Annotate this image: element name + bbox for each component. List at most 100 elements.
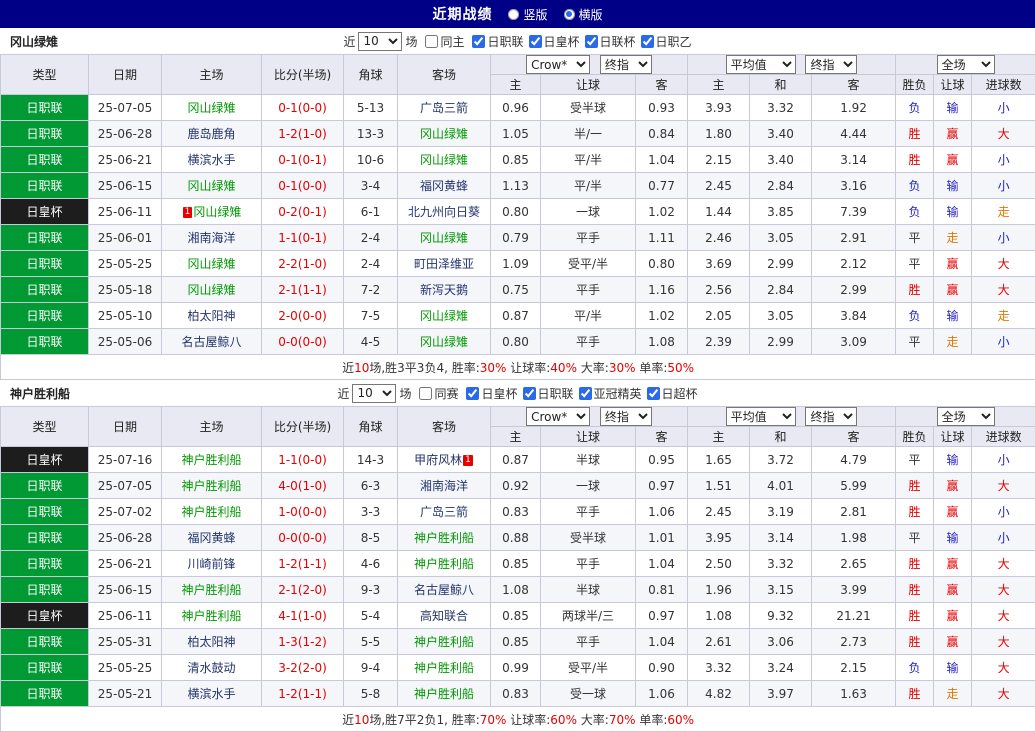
team-name-link[interactable]: 柏太阳神	[162, 303, 262, 329]
team-name-link[interactable]: 福冈黄蜂	[162, 525, 262, 551]
match-score[interactable]: 4-0(1-0)	[262, 473, 344, 499]
average-select[interactable]: 平均值	[726, 407, 796, 426]
match-score[interactable]: 2-2(1-0)	[262, 251, 344, 277]
same-checkbox[interactable]	[419, 387, 432, 400]
team-name-link[interactable]: 冈山绿雉	[398, 303, 491, 329]
league-filter[interactable]: 日职联	[472, 33, 523, 50]
team-name-link[interactable]: 神户胜利船	[398, 629, 491, 655]
team-name-link[interactable]: 町田泽维亚	[398, 251, 491, 277]
league-filter[interactable]: 日超杯	[647, 385, 698, 402]
asia-odds-home: 0.99	[491, 655, 541, 681]
team-name-link[interactable]: 冈山绿雉	[162, 277, 262, 303]
team-name-link[interactable]: 神户胜利船	[162, 473, 262, 499]
match-score[interactable]: 1-2(1-1)	[262, 681, 344, 707]
team-name-link[interactable]: 湘南海洋	[162, 225, 262, 251]
asia-odds-header: Crow* 终指	[491, 55, 688, 75]
league-checkbox[interactable]	[585, 35, 598, 48]
league-filter[interactable]: 日职乙	[641, 33, 692, 50]
bookmaker-select[interactable]: Crow*	[526, 407, 590, 426]
team-name-link[interactable]: 神户胜利船	[398, 525, 491, 551]
team-name-link[interactable]: 鹿岛鹿角	[162, 121, 262, 147]
league-filter[interactable]: 日皇杯	[466, 385, 517, 402]
euro-odds-draw: 4.01	[750, 473, 812, 499]
layout-radio-horizontal[interactable]: 横版	[564, 6, 603, 23]
match-score[interactable]: 2-1(1-1)	[262, 277, 344, 303]
team-name-link[interactable]: 广岛三箭	[398, 95, 491, 121]
euro-stage-select[interactable]: 终指	[805, 407, 857, 426]
league-checkbox[interactable]	[579, 387, 592, 400]
team-name-link[interactable]: 北九州向日葵	[398, 199, 491, 225]
match-count-select[interactable]: 10	[352, 384, 396, 403]
team-name-link[interactable]: 1冈山绿雉	[162, 199, 262, 225]
team-name-link[interactable]: 冈山绿雉	[398, 121, 491, 147]
team-name-link[interactable]: 名古屋鲸八	[162, 329, 262, 355]
league-filter[interactable]: 亚冠精英	[579, 385, 642, 402]
team-name-link[interactable]: 柏太阳神	[162, 629, 262, 655]
team-name-link[interactable]: 冈山绿雉	[162, 95, 262, 121]
match-score[interactable]: 1-2(1-0)	[262, 121, 344, 147]
scope-select[interactable]: 全场	[937, 407, 995, 426]
euro-stage-select[interactable]: 终指	[805, 55, 857, 74]
same-checkbox[interactable]	[425, 35, 438, 48]
team-name-link[interactable]: 新泻天鹅	[398, 277, 491, 303]
col-header-away: 客场	[398, 407, 491, 447]
team-name-link[interactable]: 神户胜利船	[398, 681, 491, 707]
match-score[interactable]: 0-2(0-1)	[262, 199, 344, 225]
team-name-link[interactable]: 横滨水手	[162, 147, 262, 173]
team-name-link[interactable]: 名古屋鲸八	[398, 577, 491, 603]
team-name-link[interactable]: 神户胜利船	[162, 603, 262, 629]
team-name-link[interactable]: 神户胜利船	[162, 499, 262, 525]
match-date: 25-06-11	[89, 199, 162, 225]
match-score[interactable]: 4-1(1-0)	[262, 603, 344, 629]
team-name-link[interactable]: 川崎前锋	[162, 551, 262, 577]
team-name-link[interactable]: 横滨水手	[162, 681, 262, 707]
team-name-link[interactable]: 神户胜利船	[162, 577, 262, 603]
match-score[interactable]: 0-0(0-0)	[262, 525, 344, 551]
bookmaker-select[interactable]: Crow*	[526, 55, 590, 74]
team-name-link[interactable]: 福冈黄蜂	[398, 173, 491, 199]
league-checkbox[interactable]	[647, 387, 660, 400]
scope-select[interactable]: 全场	[937, 55, 995, 74]
team-name-link[interactable]: 神户胜利船	[398, 551, 491, 577]
team-name-link[interactable]: 冈山绿雉	[398, 329, 491, 355]
average-select[interactable]: 平均值	[726, 55, 796, 74]
league-filter[interactable]: 日联杯	[585, 33, 636, 50]
team-name-link[interactable]: 冈山绿雉	[398, 225, 491, 251]
league-checkbox[interactable]	[523, 387, 536, 400]
league-filter[interactable]: 日职联	[523, 385, 574, 402]
league-checkbox[interactable]	[472, 35, 485, 48]
team-name-link[interactable]: 湘南海洋	[398, 473, 491, 499]
team-name-link[interactable]: 高知联合	[398, 603, 491, 629]
handicap-result: 赢	[934, 251, 972, 277]
team-name-link[interactable]: 神户胜利船	[162, 447, 262, 473]
match-score[interactable]: 0-1(0-0)	[262, 173, 344, 199]
match-count-select[interactable]: 10	[358, 32, 402, 51]
match-score[interactable]: 2-1(2-0)	[262, 577, 344, 603]
layout-radio-vertical[interactable]: 竖版	[508, 6, 547, 23]
match-score[interactable]: 1-3(1-2)	[262, 629, 344, 655]
league-checkbox[interactable]	[641, 35, 654, 48]
team-name-link[interactable]: 甲府风林1	[398, 447, 491, 473]
league-filter[interactable]: 日皇杯	[529, 33, 580, 50]
match-score[interactable]: 1-1(0-0)	[262, 447, 344, 473]
match-score[interactable]: 0-1(0-0)	[262, 95, 344, 121]
match-score[interactable]: 0-1(0-1)	[262, 147, 344, 173]
asia-stage-select[interactable]: 终指	[600, 55, 652, 74]
match-score[interactable]: 1-1(0-1)	[262, 225, 344, 251]
same-filter[interactable]: 同主	[425, 33, 464, 50]
team-name-link[interactable]: 广岛三箭	[398, 499, 491, 525]
same-filter[interactable]: 同赛	[419, 385, 458, 402]
match-score[interactable]: 1-0(0-0)	[262, 499, 344, 525]
match-score[interactable]: 3-2(2-0)	[262, 655, 344, 681]
match-score[interactable]: 1-2(1-1)	[262, 551, 344, 577]
league-checkbox[interactable]	[466, 387, 479, 400]
team-name-link[interactable]: 冈山绿雉	[162, 173, 262, 199]
team-name-link[interactable]: 神户胜利船	[398, 655, 491, 681]
league-checkbox[interactable]	[529, 35, 542, 48]
team-name-link[interactable]: 冈山绿雉	[398, 147, 491, 173]
asia-stage-select[interactable]: 终指	[600, 407, 652, 426]
match-score[interactable]: 0-0(0-0)	[262, 329, 344, 355]
team-name-link[interactable]: 冈山绿雉	[162, 251, 262, 277]
team-name-link[interactable]: 清水鼓动	[162, 655, 262, 681]
match-score[interactable]: 2-0(0-0)	[262, 303, 344, 329]
